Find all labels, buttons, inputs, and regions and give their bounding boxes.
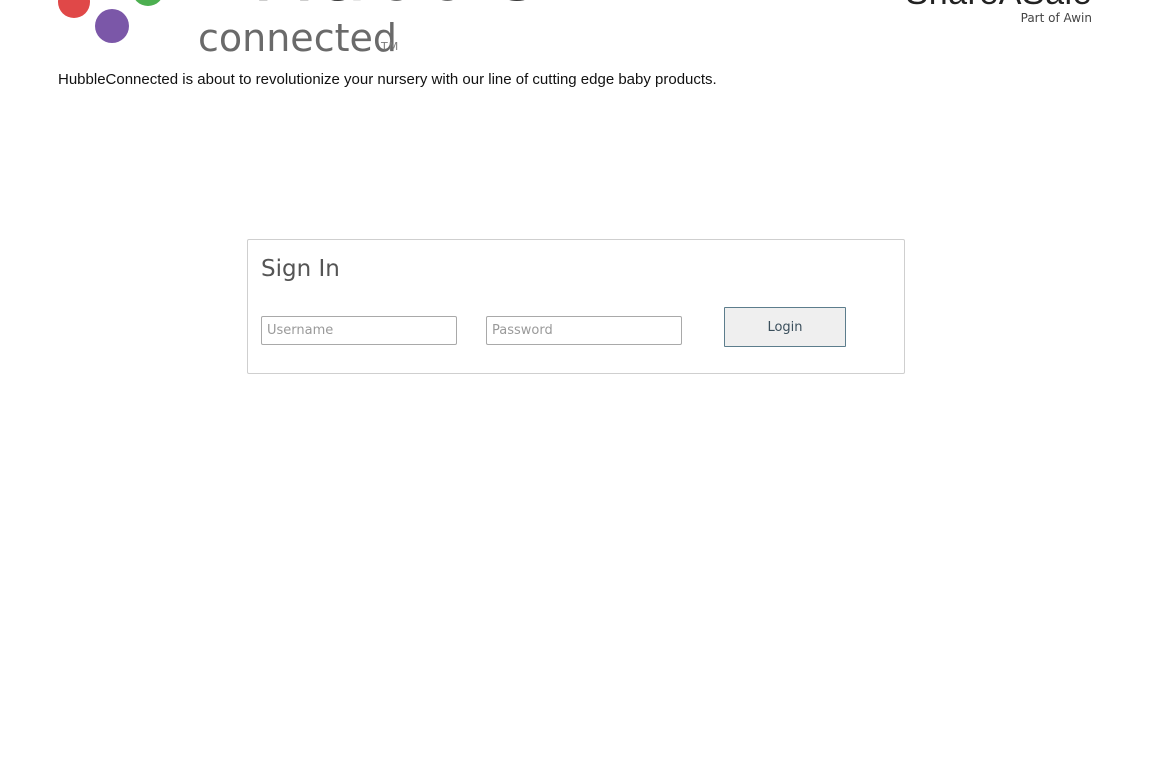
sign-in-title: Sign In — [261, 256, 340, 282]
logo-wordmark: Hubble — [252, 0, 543, 14]
partner-tagline: Part of Awin — [1020, 11, 1092, 25]
sign-in-panel: Sign In Login — [247, 239, 905, 374]
partner-name: ShareASale — [906, 0, 1092, 10]
username-input[interactable] — [261, 316, 457, 345]
password-input[interactable] — [486, 316, 682, 345]
shareasale-logo: ShareASale Part of Awin — [892, 0, 1092, 30]
hubble-connected-logo: Hubble connected TM — [56, 0, 541, 60]
login-button[interactable]: Login — [724, 307, 846, 347]
logo-dots-icon — [58, 0, 161, 43]
logo-trademark: TM — [381, 40, 400, 53]
logo-subtitle: connected — [198, 16, 397, 60]
merchant-tagline: HubbleConnected is about to revolutioniz… — [58, 71, 717, 88]
